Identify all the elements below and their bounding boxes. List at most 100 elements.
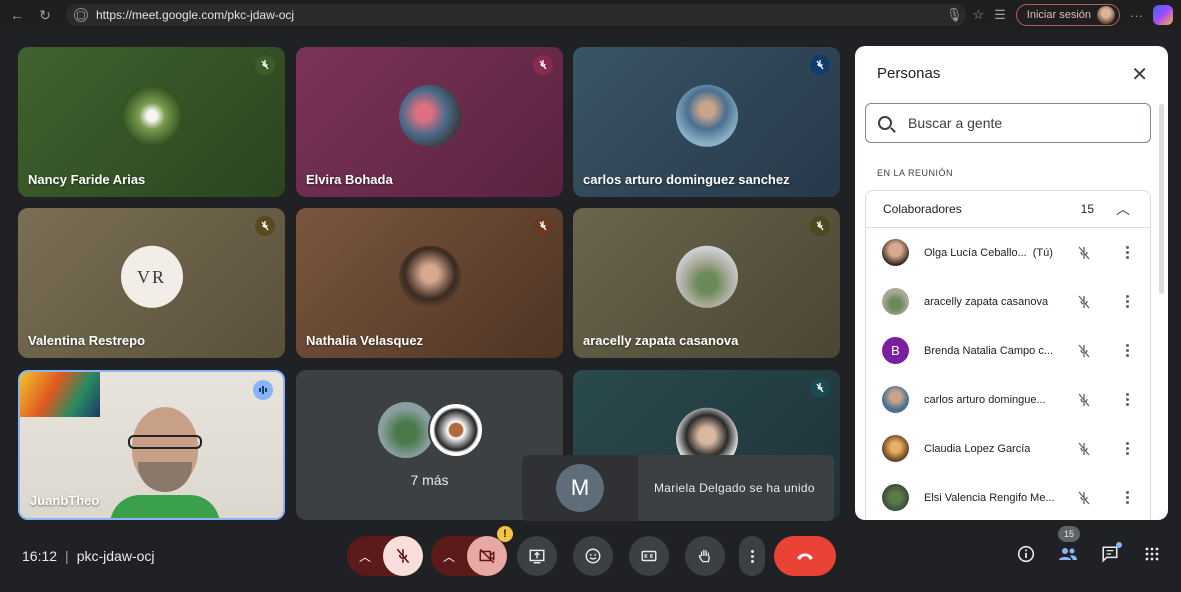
mic-off-icon [810,55,830,75]
avatar [882,435,909,462]
mic-off-icon [533,216,553,236]
emoji-icon [585,548,601,564]
captions-button[interactable] [629,536,669,576]
mic-off-icon [1078,491,1090,504]
address-bar[interactable]: ▢ https://meet.google.com/pkc-jdaw-ocj [66,4,966,26]
site-info-icon[interactable]: ▢ [74,8,88,22]
browser-toolbar: ← ↻ ▢ https://meet.google.com/pkc-jdaw-o… [0,0,1181,30]
present-screen-button[interactable] [517,536,557,576]
favorites-icon[interactable]: ☰ [994,7,1006,23]
meeting-code: pkc-jdaw-ocj [76,548,155,564]
clock: 16:12 [22,548,58,564]
participant-group: Colaboradores 15 ︿ Olga Lucía Ceballo...… [865,190,1151,520]
control-bar: 16:12 | pkc-jdaw-ocj ︿ ︿ ! 15 [0,526,1181,584]
people-count-badge: 15 [1058,526,1080,542]
copilot-icon[interactable] [1153,5,1173,25]
scrollbar[interactable] [1159,104,1164,294]
avatar [882,484,909,511]
list-item[interactable]: carlos arturo domingue... [866,375,1150,424]
reactions-button[interactable] [573,536,613,576]
video-feed-person [110,407,220,518]
mic-off-icon [255,55,275,75]
meeting-details: 16:12 | pkc-jdaw-ocj [22,548,155,564]
more-options-icon[interactable] [1126,246,1130,259]
join-notification: M Mariela Delgado se ha unido [522,455,834,521]
more-options-icon[interactable] [1126,491,1130,504]
participant-name: carlos arturo dominguez sanchez [583,172,790,187]
reload-icon[interactable]: ↻ [34,4,56,26]
participant-tile[interactable]: carlos arturo dominguez sanchez [573,47,840,197]
camera-off-icon [479,548,495,564]
avatar [378,402,434,458]
participant-name: Elvira Bohada [306,172,393,187]
info-icon [1017,545,1035,563]
search-input[interactable] [908,115,1128,131]
mic-off-icon [1078,393,1090,406]
mic-off-icon [1078,344,1090,357]
more-options-icon[interactable] [1126,295,1130,308]
participant-name: Elsi Valencia Rengifo Me... [924,491,1055,504]
participant-tile[interactable]: aracelly zapata casanova [573,208,840,358]
participant-tile[interactable]: Nathalia Velasquez [296,208,563,358]
mic-off-icon [810,216,830,236]
camera-controls: ︿ ! [431,526,513,576]
warning-badge-icon: ! [497,526,513,542]
meeting-info-button[interactable] [1014,542,1038,566]
apps-grid-icon [1145,547,1159,561]
more-options-button[interactable] [739,536,765,576]
participant-name: Nancy Faride Arias [28,172,146,187]
chevron-up-icon[interactable]: ︿ [347,536,383,576]
more-icon[interactable]: ··· [1130,8,1143,23]
more-options-icon[interactable] [1126,393,1130,406]
toggle-microphone-button[interactable] [383,536,423,576]
participant-name: Claudia Lopez García [924,442,1031,455]
search-icon [878,116,892,130]
activities-button[interactable] [1140,542,1164,566]
toggle-camera-button[interactable]: ! [467,526,513,576]
avatar [882,386,909,413]
captions-icon [641,550,657,562]
logo-text: VR [136,266,166,287]
raise-hand-button[interactable] [685,536,725,576]
star-icon[interactable]: ☆ [972,7,984,23]
mic-off-icon [396,548,410,564]
participant-tile[interactable]: Nancy Faride Arias [18,47,285,197]
group-count: 15 [1080,202,1094,216]
participant-name: Nathalia Velasquez [306,333,424,348]
you-tag: (Tú) [1032,246,1053,259]
group-header[interactable]: Colaboradores 15 ︿ [866,191,1150,228]
leave-call-button[interactable] [774,536,836,576]
participant-name: JuanbTheo [30,493,100,508]
back-icon[interactable]: ← [6,4,28,26]
participant-tile[interactable]: Elvira Bohada [296,47,563,197]
mic-off-icon [533,55,553,75]
microphone-icon[interactable]: 🎙 [946,7,963,23]
avatar: VR [120,245,183,308]
avatar [675,245,738,308]
participant-tile-active-speaker[interactable]: JuanbTheo [18,370,285,520]
signin-button[interactable]: Iniciar sesión [1015,4,1120,26]
mic-off-icon [1078,295,1090,308]
people-panel: Personas ✕ EN LA REUNIÓN Colaboradores 1… [855,46,1168,520]
list-item[interactable]: Elsi Valencia Rengifo Me... [866,473,1150,520]
people-icon [1059,548,1077,560]
list-item[interactable]: Olga Lucía Ceballo... (Tú) [866,228,1150,277]
avatar [428,402,484,458]
participant-name: Olga Lucía Ceballo... [924,246,1027,259]
list-item[interactable]: aracelly zapata casanova [866,277,1150,326]
list-item[interactable]: Claudia Lopez García [866,424,1150,473]
chat-button[interactable] [1098,542,1122,566]
people-button[interactable]: 15 [1056,526,1080,566]
close-icon[interactable]: ✕ [1131,62,1148,87]
separator: | [65,548,69,564]
chevron-up-icon[interactable]: ︿ [1116,199,1130,219]
search-people-field[interactable] [865,103,1151,143]
participant-tile[interactable]: VR Valentina Restrepo [18,208,285,358]
more-options-icon[interactable] [1126,442,1130,455]
chevron-up-icon[interactable]: ︿ [431,536,467,576]
more-options-icon[interactable] [1126,344,1130,357]
more-vert-icon [750,549,754,563]
list-item[interactable]: B Brenda Natalia Campo c... [866,326,1150,375]
avatar [398,245,461,308]
hang-up-icon [797,553,813,560]
